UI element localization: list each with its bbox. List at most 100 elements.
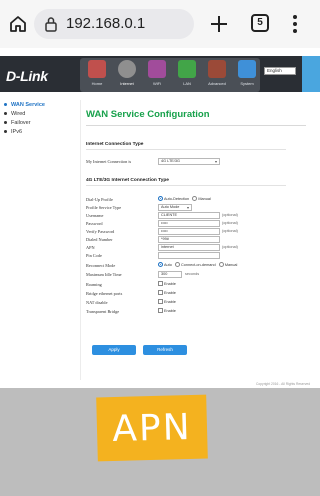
router-header: D-Link Home Internet WiFi LAN Advanced S… bbox=[0, 56, 320, 92]
connection-type-select[interactable]: 4G LTE/3G bbox=[158, 158, 220, 165]
section-4g: 4G LTE/3G Internet Connection Type bbox=[86, 178, 286, 186]
nat-toggle: Enable bbox=[158, 299, 178, 305]
password-row: Password ••••• (optional) bbox=[86, 220, 316, 228]
copyright-text: Copyright 2016 - All Rights Reserved bbox=[256, 382, 311, 386]
field-label: APN bbox=[86, 245, 95, 250]
section-title: 4G LTE/3G Internet Connection Type bbox=[86, 178, 169, 183]
bullet-icon bbox=[4, 103, 7, 106]
roaming-checkbox[interactable] bbox=[158, 281, 163, 287]
address-bar[interactable]: 192.168.0.1 bbox=[34, 9, 194, 39]
bullet-icon bbox=[4, 112, 7, 115]
radio-auto-detection[interactable] bbox=[158, 196, 163, 202]
apn-field[interactable]: internet bbox=[158, 244, 220, 251]
radio-label: Manual bbox=[224, 262, 238, 267]
verify-password-field[interactable]: ••••• bbox=[158, 228, 220, 235]
sidebar: WAN Service Wired Failover IPv6 bbox=[4, 100, 45, 136]
field-label: Dial-Up Profile bbox=[86, 197, 113, 202]
radio-manual[interactable] bbox=[192, 196, 198, 202]
connection-type-row: My Internet Connection is 4G LTE/3G bbox=[86, 158, 316, 166]
apn-caption-card: APN bbox=[96, 394, 208, 462]
checkbox-label: Enable bbox=[164, 281, 176, 286]
nav-home[interactable]: Home bbox=[84, 57, 110, 91]
bridge-toggle: Enable bbox=[158, 290, 178, 296]
sidebar-item-label: Failover bbox=[11, 119, 31, 126]
chevron-down-icon bbox=[187, 206, 189, 209]
new-tab-icon[interactable] bbox=[208, 13, 230, 35]
reconnect-row: Reconnect Mode Auto Connect-on-demand Ma… bbox=[86, 262, 316, 270]
profile-type-select[interactable]: Auto Mode bbox=[158, 204, 192, 211]
idle-time-row: Maximum Idle Time 300 seconds bbox=[86, 271, 316, 279]
unit-label: seconds bbox=[185, 272, 200, 276]
browser-toolbar: 192.168.0.1 5 bbox=[0, 0, 320, 48]
field-label: Bridge ethernet ports bbox=[86, 291, 123, 296]
roaming-toggle: Enable bbox=[158, 281, 178, 287]
nav-internet[interactable]: Internet bbox=[114, 57, 140, 91]
sidebar-item-ipv6[interactable]: IPv6 bbox=[4, 127, 45, 136]
nav-wifi[interactable]: WiFi bbox=[144, 57, 170, 91]
page-title: WAN Service Configuration bbox=[86, 109, 210, 120]
apply-button[interactable]: Apply bbox=[92, 345, 136, 355]
divider bbox=[86, 185, 286, 186]
sidebar-item-label: IPv6 bbox=[11, 128, 23, 135]
dialed-number-field[interactable]: *99# bbox=[158, 236, 220, 243]
field-label: Username bbox=[86, 213, 104, 218]
nav-label: WiFi bbox=[153, 81, 161, 86]
refresh-button[interactable]: Refresh bbox=[143, 345, 187, 355]
radio-label: Auto bbox=[164, 262, 172, 267]
field-label: Roaming bbox=[86, 282, 102, 287]
nav-label: Advanced bbox=[208, 81, 226, 86]
nav-lan[interactable]: LAN bbox=[174, 57, 200, 91]
optional-note: (optional) bbox=[222, 213, 238, 217]
dialed-number-row: Dialed Number *99# bbox=[86, 236, 316, 244]
sidebar-item-failover[interactable]: Failover bbox=[4, 118, 45, 127]
nav-label: Home bbox=[91, 81, 103, 86]
radio-label: Auto-Detection bbox=[164, 196, 190, 201]
radio-manual-reconnect[interactable] bbox=[218, 262, 224, 268]
field-label: Password bbox=[86, 221, 103, 226]
sidebar-item-wired[interactable]: Wired bbox=[4, 109, 45, 118]
side-tab[interactable] bbox=[302, 56, 320, 92]
password-field[interactable]: ••••• bbox=[158, 220, 220, 227]
radio-label: Connect-on-demand bbox=[181, 262, 216, 267]
more-menu-icon[interactable] bbox=[292, 13, 298, 35]
checkbox-label: Enable bbox=[164, 299, 176, 304]
advanced-icon bbox=[208, 60, 226, 78]
nat-disable-checkbox[interactable] bbox=[158, 299, 163, 305]
home-icon[interactable] bbox=[8, 14, 28, 34]
divider bbox=[80, 100, 81, 380]
chevron-down-icon bbox=[215, 160, 217, 163]
username-row: Username CLIENTE (optional) bbox=[86, 212, 316, 220]
bridge-ports-checkbox[interactable] bbox=[158, 290, 163, 296]
idle-time-field[interactable]: 300 bbox=[158, 271, 182, 278]
radio-auto[interactable] bbox=[158, 262, 163, 268]
monitor-icon bbox=[238, 60, 256, 78]
nav-system[interactable]: System bbox=[234, 57, 260, 91]
checkbox-label: Enable bbox=[164, 290, 176, 295]
transparent-bridge-checkbox[interactable] bbox=[158, 308, 163, 314]
info-icon[interactable] bbox=[44, 16, 58, 32]
radio-connect-on-demand[interactable] bbox=[175, 262, 181, 268]
tab-switcher-button[interactable]: 5 bbox=[251, 14, 269, 32]
username-field[interactable]: CLIENTE bbox=[158, 212, 220, 219]
nav-label: System bbox=[240, 81, 254, 86]
section-title: Internet Connection Type bbox=[86, 142, 144, 147]
verify-password-row: Verify Password ••••• (optional) bbox=[86, 228, 316, 236]
transparent-bridge-row: Transparent Bridge Enable bbox=[86, 308, 316, 316]
pin-code-field[interactable] bbox=[158, 252, 220, 259]
field-label: Transparent Bridge bbox=[86, 309, 120, 314]
nav-advanced[interactable]: Advanced bbox=[204, 57, 230, 91]
transparent-toggle: Enable bbox=[158, 308, 178, 314]
section-connection-type: Internet Connection Type bbox=[86, 142, 286, 150]
nat-row: NAT disable Enable bbox=[86, 299, 316, 307]
field-label: Profile Service Type bbox=[86, 205, 122, 210]
divider bbox=[86, 149, 286, 150]
main-content: WAN Service Configuration Internet Conne… bbox=[86, 100, 316, 314]
field-label: Dialed Number bbox=[86, 237, 113, 242]
bullet-icon bbox=[4, 130, 7, 133]
language-select[interactable]: English bbox=[264, 67, 296, 75]
apn-caption-text: APN bbox=[111, 406, 193, 450]
sidebar-item-wan-service[interactable]: WAN Service bbox=[4, 100, 45, 109]
dlink-logo: D-Link bbox=[6, 68, 48, 84]
radio-label: Manual bbox=[198, 196, 211, 201]
router-admin-page: D-Link Home Internet WiFi LAN Advanced S… bbox=[0, 48, 320, 388]
